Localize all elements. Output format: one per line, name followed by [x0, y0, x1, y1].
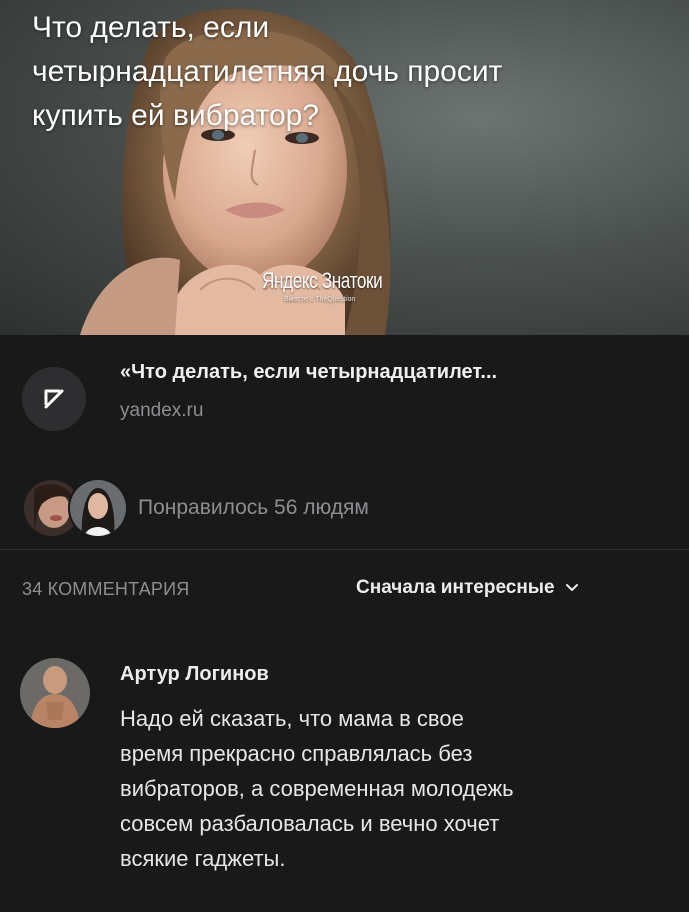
likes-count[interactable]: Понравилось 56 людям	[138, 496, 369, 520]
post-image[interactable]: Что делать, если четырнадцатилетняя дочь…	[0, 0, 689, 335]
image-title: Что делать, если четырнадцатилетняя дочь…	[32, 11, 503, 132]
link-open-button[interactable]	[22, 367, 86, 431]
sort-label: Сначала интересные	[356, 577, 555, 598]
comment-text: Надо ей сказать, что мама в свое время п…	[120, 706, 514, 871]
yandex-znatoki-logo: Яндекс Знатоки Вместе с TheQuestion	[262, 268, 416, 303]
chevron-down-icon	[565, 584, 578, 591]
comments-count: 34 КОММЕНТАРИЯ	[22, 579, 190, 599]
arrow-up-left-icon	[44, 389, 64, 409]
link-card[interactable]	[0, 335, 689, 445]
avatar	[68, 478, 128, 538]
link-title[interactable]: «Что делать, если четырнадцатилет...	[120, 361, 497, 384]
divider	[0, 549, 689, 550]
brand-subtitle: Вместе с TheQuestion	[284, 296, 356, 303]
commenter-avatar[interactable]	[20, 658, 90, 728]
link-domain: yandex.ru	[120, 400, 204, 421]
comment-author[interactable]: Артур Логинов	[120, 663, 269, 686]
comments-sort-dropdown[interactable]: Сначала интересные	[356, 577, 579, 599]
brand-name: Яндекс Знатоки	[262, 268, 383, 293]
liked-avatars[interactable]	[22, 478, 132, 538]
